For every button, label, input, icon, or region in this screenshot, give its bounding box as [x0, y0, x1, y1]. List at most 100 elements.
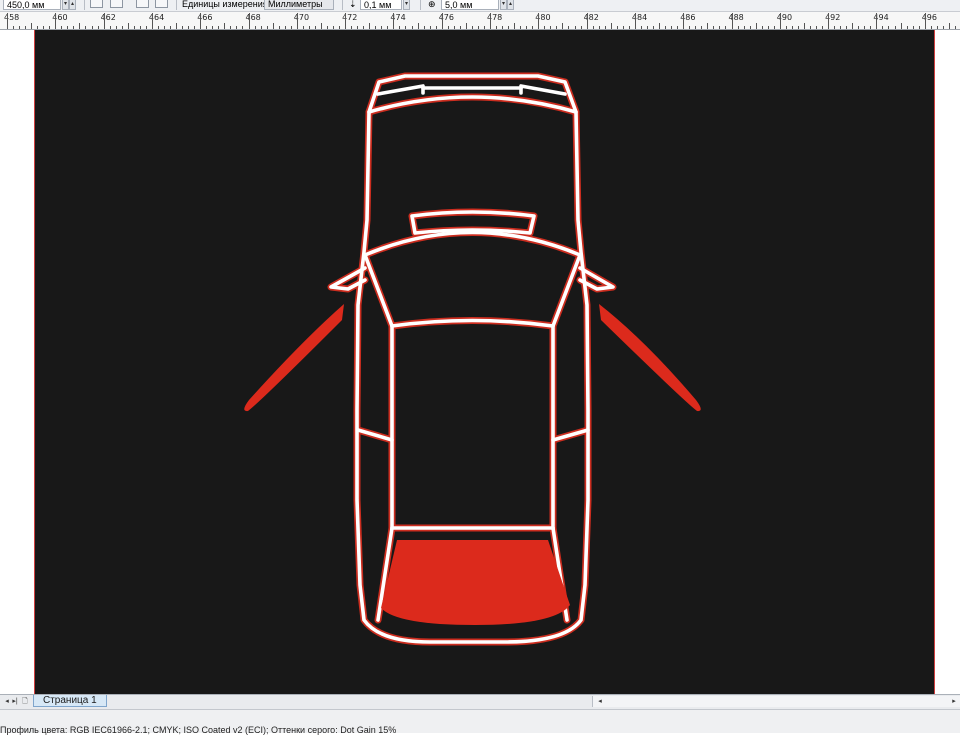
ruler-tick: [749, 26, 751, 29]
units-dropdown[interactable]: Миллиметры: [264, 0, 334, 10]
ruler-tick: [399, 26, 401, 29]
ruler-tick: [568, 26, 570, 29]
ruler-tick: [900, 23, 902, 29]
ruler-tick: [357, 26, 359, 29]
ruler-tick: [719, 26, 721, 29]
ruler-tick: [840, 26, 842, 29]
nudge-icon: ⇣: [349, 0, 357, 9]
ruler-tick: [520, 26, 522, 29]
ruler-tick: [616, 26, 618, 29]
ruler-tick: [514, 23, 516, 29]
ruler-tick: [254, 26, 256, 29]
nudge-field[interactable]: 0,1 мм: [360, 0, 402, 10]
ruler-tick: [816, 26, 818, 29]
ruler-tick: [483, 26, 485, 29]
ruler-tick: [580, 26, 582, 29]
ruler-tick: [701, 26, 703, 29]
width-field[interactable]: 450,0 мм: [3, 0, 61, 10]
ruler-tick: [936, 26, 938, 29]
duplicate-spin-up[interactable]: ▴: [507, 0, 514, 10]
ruler-tick: [314, 26, 316, 29]
ruler-tick: [25, 26, 27, 29]
ruler-tick: [948, 23, 950, 29]
ruler-tick: [864, 26, 866, 29]
ruler-tick: [695, 26, 697, 29]
nudge-spin[interactable]: ▾: [403, 0, 410, 10]
ruler-tick: [803, 23, 805, 29]
duplicate-spin-down[interactable]: ▾: [500, 0, 507, 10]
ruler-tick: [544, 26, 546, 29]
ruler-tick: [846, 26, 848, 29]
ruler-tick: [677, 26, 679, 29]
current-page-button[interactable]: [155, 0, 168, 8]
ruler-tick: [43, 26, 45, 29]
ruler-tick: [369, 23, 371, 29]
ruler-tick: [453, 26, 455, 29]
ruler-tick: [653, 26, 654, 29]
ruler-tick: [761, 26, 763, 29]
left-door-open-highlight: [244, 304, 344, 412]
separator: [420, 0, 421, 10]
ruler-tick: [79, 23, 81, 29]
page-tab-1[interactable]: Страница 1: [33, 695, 107, 707]
width-spin-up[interactable]: ▴: [69, 0, 76, 10]
add-page-icon[interactable]: 🗋: [20, 696, 30, 707]
ruler-tick: [574, 26, 576, 29]
units-label: Единицы измерения:: [182, 0, 271, 9]
ruler-tick: [157, 26, 159, 29]
color-profile-status[interactable]: Профиль цвета: RGB IEC61966-2.1; CMYK; I…: [0, 725, 396, 735]
ruler-tick: [767, 26, 769, 29]
page-navigator: ◂ ▸| 🗋 Страница 1 ◂ ▸: [0, 694, 960, 709]
ruler-tick: [351, 26, 353, 29]
ruler-tick: [809, 26, 811, 29]
car-top-view-drawing[interactable]: [35, 30, 934, 694]
duplicate-distance-field[interactable]: 5,0 мм: [441, 0, 499, 10]
ruler-tick: [906, 26, 908, 29]
ruler-tick: [115, 26, 117, 29]
ruler-tick: [876, 13, 878, 29]
ruler-tick: [828, 13, 830, 29]
trunk-open-highlight: [381, 540, 570, 625]
horizontal-scrollbar[interactable]: ◂ ▸: [592, 696, 960, 707]
ruler-tick: [218, 26, 220, 29]
ruler-tick: [912, 26, 914, 29]
ruler-tick: [858, 26, 860, 29]
ruler-tick: [345, 13, 347, 29]
ruler-tick: [689, 26, 691, 29]
landscape-button[interactable]: [110, 0, 123, 8]
width-spin-down[interactable]: ▾: [62, 0, 69, 10]
ruler-tick: [622, 26, 624, 29]
ruler-tick: [562, 23, 564, 29]
ruler-tick: [290, 26, 292, 29]
ruler-tick: [31, 23, 33, 29]
ruler-tick: [326, 26, 328, 29]
ruler-tick: [333, 26, 335, 29]
all-pages-button[interactable]: [136, 0, 149, 8]
ruler-tick: [713, 26, 715, 29]
drawing-page[interactable]: [34, 30, 935, 694]
ruler-tick: [139, 26, 141, 29]
ruler-tick: [387, 26, 389, 29]
scroll-right-icon[interactable]: ▸: [949, 696, 959, 707]
ruler-tick: [121, 26, 123, 29]
ruler-tick: [471, 26, 473, 29]
ruler-tick: [779, 13, 781, 29]
ruler-tick: [942, 26, 944, 29]
ruler-tick: [302, 26, 304, 29]
ruler-tick: [127, 23, 129, 29]
property-bar: 450,0 мм ▾ ▴ Единицы измерения: Миллимет…: [0, 0, 960, 12]
ruler-tick: [646, 26, 648, 29]
ruler-tick: [37, 26, 39, 29]
ruler-tick: [296, 13, 298, 29]
horizontal-ruler[interactable]: 458 460 462 464 466 468 470 472 474 476 478 480 482 4…: [0, 12, 960, 30]
ruler-tick: [206, 26, 208, 29]
ruler-tick: [785, 26, 787, 29]
last-page-icon[interactable]: ▸|: [10, 696, 20, 707]
ruler-tick: [556, 26, 558, 29]
ruler-tick: [822, 26, 824, 29]
ruler-tick: [526, 26, 528, 29]
scroll-left-icon[interactable]: ◂: [595, 696, 605, 707]
ruler-tick: [375, 26, 377, 29]
portrait-button[interactable]: [90, 0, 103, 8]
ruler-tick: [496, 26, 498, 29]
